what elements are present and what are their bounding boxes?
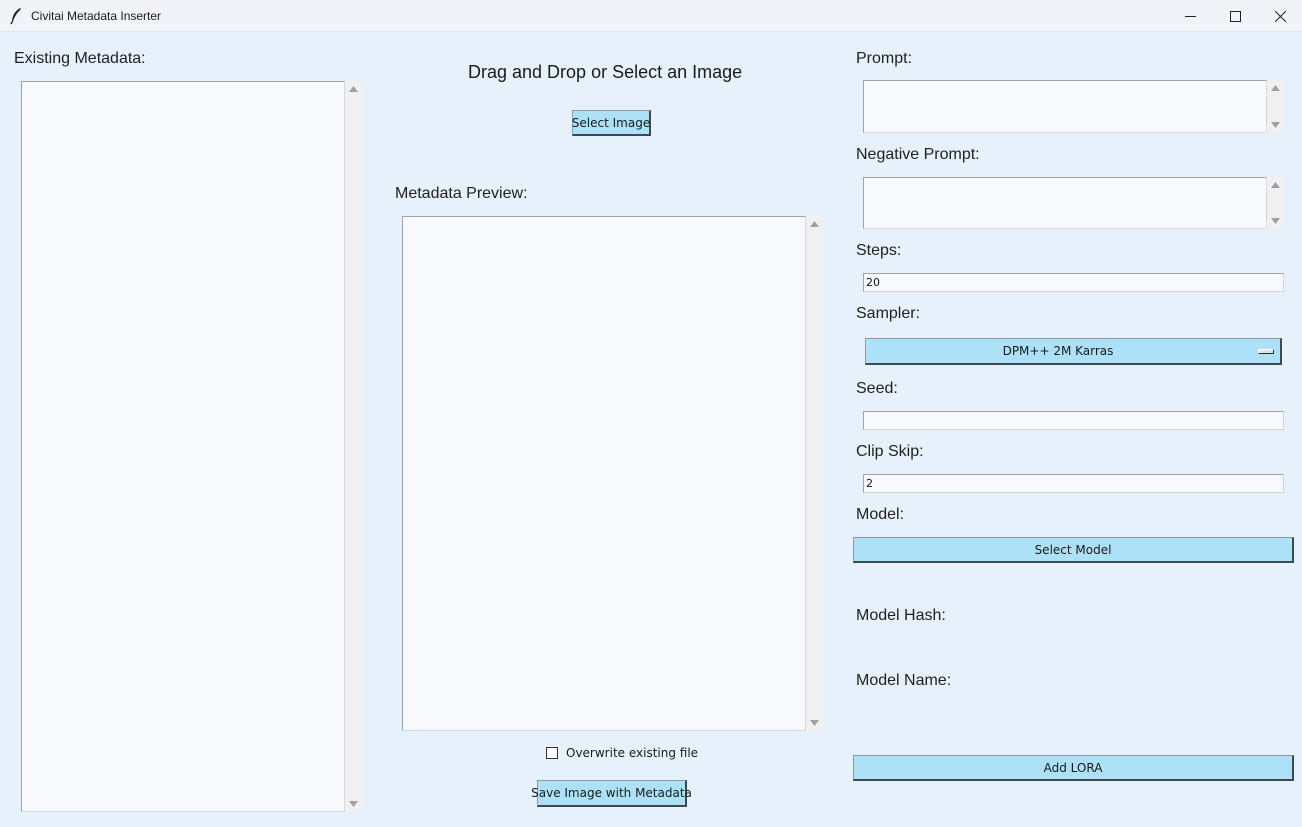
- overwrite-option[interactable]: Overwrite existing file: [546, 746, 698, 760]
- add-lora-button[interactable]: Add LORA: [853, 755, 1294, 781]
- drop-heading: Drag and Drop or Select an Image: [468, 62, 743, 82]
- scroll-up-icon[interactable]: [1267, 81, 1284, 95]
- steps-label: Steps:: [856, 242, 902, 259]
- select-model-button[interactable]: Select Model: [853, 537, 1294, 563]
- dropdown-indicator-icon: [1258, 349, 1274, 354]
- clip-skip-field[interactable]: 2: [863, 474, 1284, 493]
- save-image-button[interactable]: Save Image with Metadata: [531, 780, 692, 807]
- maximize-icon: [1229, 10, 1241, 22]
- metadata-preview-text[interactable]: [402, 216, 806, 731]
- model-hash-label: Model Hash:: [856, 607, 946, 624]
- feather-icon: [9, 7, 23, 25]
- title-bar[interactable]: Civitai Metadata Inserter: [0, 0, 1302, 32]
- scroll-down-icon[interactable]: [806, 716, 823, 730]
- metadata-preview-label: Metadata Preview:: [395, 185, 528, 202]
- prompt-text[interactable]: [863, 80, 1267, 133]
- close-icon: [1274, 10, 1286, 22]
- scroll-down-icon[interactable]: [1267, 214, 1284, 228]
- minimize-button[interactable]: [1167, 0, 1213, 32]
- model-name-label: Model Name:: [856, 672, 952, 689]
- negative-prompt-scrollbar[interactable]: [1267, 177, 1284, 229]
- close-button[interactable]: [1257, 0, 1302, 32]
- sampler-dropdown[interactable]: DPM++ 2M Karras: [865, 338, 1282, 365]
- scroll-up-icon[interactable]: [806, 217, 823, 231]
- negative-prompt-label: Negative Prompt:: [856, 146, 980, 163]
- clip-skip-label: Clip Skip:: [856, 443, 924, 460]
- window-title: Civitai Metadata Inserter: [31, 9, 162, 23]
- sampler-value: DPM++ 2M Karras: [1002, 344, 1114, 358]
- steps-field[interactable]: 20: [863, 273, 1284, 292]
- seed-label: Seed:: [856, 380, 898, 397]
- metadata-preview-scrollbar[interactable]: [806, 216, 823, 731]
- existing-metadata-text[interactable]: [21, 81, 345, 812]
- scroll-up-icon[interactable]: [1267, 178, 1284, 192]
- overwrite-checkbox[interactable]: [546, 747, 558, 759]
- sampler-label: Sampler:: [856, 305, 921, 322]
- negative-prompt-text[interactable]: [863, 177, 1267, 229]
- scroll-down-icon[interactable]: [1267, 118, 1284, 132]
- model-label: Model:: [856, 506, 905, 523]
- prompt-scrollbar[interactable]: [1267, 80, 1284, 133]
- existing-metadata-label: Existing Metadata:: [14, 50, 146, 67]
- prompt-label: Prompt:: [856, 50, 913, 67]
- scroll-up-icon[interactable]: [345, 82, 362, 96]
- maximize-button[interactable]: [1212, 0, 1258, 32]
- scroll-down-icon[interactable]: [345, 797, 362, 811]
- minimize-icon: [1184, 11, 1196, 22]
- seed-field[interactable]: [863, 411, 1284, 430]
- select-image-button[interactable]: Select Image: [572, 110, 651, 136]
- overwrite-label: Overwrite existing file: [566, 746, 699, 760]
- existing-metadata-scrollbar[interactable]: [345, 81, 362, 812]
